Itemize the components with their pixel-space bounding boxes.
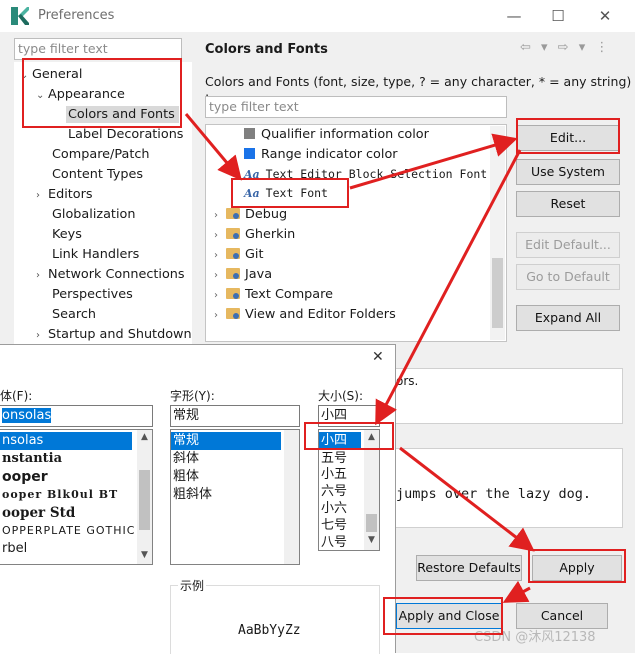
annotation-arrows <box>184 113 535 603</box>
